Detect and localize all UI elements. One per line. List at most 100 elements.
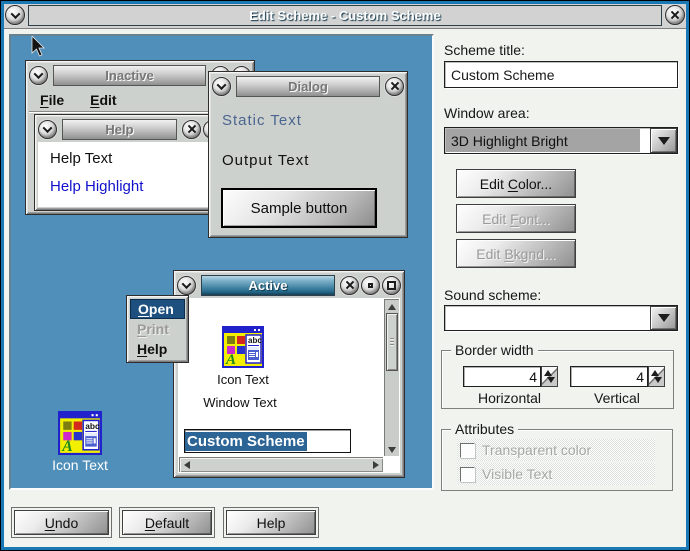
close-icon — [390, 81, 400, 91]
app-icon[interactable]: A abc — [222, 326, 264, 368]
scroll-down-icon[interactable] — [388, 447, 396, 453]
active-menu-button[interactable] — [177, 275, 196, 295]
sample-window-dialog[interactable]: Dialog Static Text Output Text Sample bu… — [208, 71, 408, 238]
vertical-scrollbar[interactable] — [384, 299, 399, 456]
transparent-color-checkbox[interactable] — [460, 442, 475, 458]
sample-popup-menu: Open Print Help — [126, 295, 189, 363]
menu-label-key: H — [137, 341, 148, 357]
window-area-dropdown-button[interactable] — [650, 128, 677, 153]
transparent-color-row: Transparent color — [457, 439, 655, 461]
output-text-sample: Output Text — [222, 152, 310, 169]
menu-label-key: P — [137, 321, 147, 337]
sample-window-active[interactable]: Active A abc Icon Text Window Text Custo… — [173, 270, 405, 478]
horizontal-border-input[interactable]: 4 — [463, 366, 541, 387]
help-button[interactable]: Help — [226, 510, 316, 535]
active-titlebar: Active — [177, 274, 401, 296]
menu-label-key: F — [40, 92, 49, 108]
scroll-right-icon[interactable] — [373, 461, 379, 469]
menu-file[interactable]: File — [40, 92, 64, 108]
thumb-grip-icon — [390, 338, 394, 347]
window-title-bar[interactable]: Edit Scheme - Custom Scheme — [28, 4, 662, 26]
attributes-legend: Attributes — [451, 421, 519, 437]
window-area-combobox[interactable]: 3D Highlight Bright — [444, 127, 678, 154]
default-button-frame: Default — [119, 507, 215, 538]
button-label: Edit Font... — [482, 210, 550, 227]
menu-edit[interactable]: Edit — [90, 92, 116, 108]
scroll-up-icon[interactable] — [388, 304, 396, 310]
active-minimize-button[interactable] — [361, 275, 380, 295]
window-text-sample: Window Text — [203, 395, 277, 410]
chevron-down-icon — [216, 79, 227, 90]
horizontal-label: Horizontal — [478, 390, 542, 406]
close-icon — [670, 10, 680, 20]
edit-scheme-dialog: Edit Scheme - Custom Scheme Inactive Fil… — [0, 0, 690, 551]
menu-label-key: O — [138, 301, 149, 317]
horizontal-spinner[interactable] — [541, 366, 558, 387]
menu-label-text: ile — [48, 92, 65, 108]
chevron-down-icon — [42, 122, 53, 133]
spin-down-icon[interactable] — [547, 377, 555, 383]
undo-button[interactable]: Undo — [14, 510, 109, 535]
button-label: Edit Bkgnd... — [476, 245, 556, 262]
active-maximize-button[interactable] — [382, 275, 401, 295]
spin-up-icon[interactable] — [544, 370, 552, 376]
menu-item-open[interactable]: Open — [130, 299, 185, 319]
scheme-title-input[interactable] — [444, 61, 678, 88]
dialog-menu-button[interactable] — [212, 76, 231, 96]
menu-item-help[interactable]: Help — [130, 339, 185, 359]
edit-bkgnd-button[interactable]: Edit Bkgnd... — [456, 239, 576, 268]
active-close-button[interactable] — [340, 275, 359, 295]
help-menu-button[interactable] — [38, 119, 57, 139]
window-menu-button[interactable] — [5, 5, 25, 25]
window-close-button[interactable] — [665, 5, 685, 25]
spin-down-icon[interactable] — [654, 377, 662, 383]
sound-scheme-combobox[interactable] — [444, 305, 678, 331]
border-width-legend: Border width — [451, 342, 538, 358]
active-title-bar[interactable]: Active — [201, 274, 335, 296]
close-icon — [345, 280, 355, 290]
desktop-icon-label: Icon Text — [52, 457, 108, 473]
desktop-app-icon[interactable]: A abc — [58, 411, 102, 455]
visible-text-checkbox[interactable] — [460, 466, 475, 482]
dropdown-arrow-icon — [657, 136, 670, 145]
inactive-title-bar[interactable]: Inactive — [53, 64, 206, 86]
sound-scheme-label: Sound scheme: — [444, 287, 542, 303]
dialog-titlebar: Dialog — [212, 75, 404, 97]
edit-font-button[interactable]: Edit Font... — [456, 204, 576, 233]
button-label: Undo — [44, 514, 79, 531]
mouse-cursor-icon — [31, 36, 45, 57]
sound-scheme-dropdown-button[interactable] — [650, 306, 677, 330]
vertical-label: Vertical — [594, 390, 640, 406]
edit-color-button[interactable]: Edit Color... — [456, 169, 576, 198]
horizontal-scrollbar[interactable] — [179, 457, 383, 472]
chevron-down-icon — [33, 68, 44, 79]
close-icon — [187, 124, 197, 134]
icon-letter-a: A — [225, 352, 236, 368]
scroll-left-icon[interactable] — [184, 461, 190, 469]
sample-button-label: Sample button — [250, 199, 348, 217]
spin-up-icon[interactable] — [651, 370, 659, 376]
vertical-spinner[interactable] — [648, 366, 665, 387]
sound-scheme-value — [445, 306, 650, 330]
scheme-preview-area: Inactive File Edit Help Help Text Help H… — [9, 34, 434, 490]
vertical-border-input[interactable]: 4 — [570, 366, 648, 387]
help-title: Help — [105, 121, 134, 137]
icon-text-sample: Icon Text — [217, 372, 269, 387]
minimize-icon — [368, 282, 373, 288]
horizontal-border-value: 4 — [529, 368, 537, 385]
default-button[interactable]: Default — [122, 510, 212, 535]
inactive-menubar: File Edit — [32, 89, 117, 111]
vertical-border-value: 4 — [636, 368, 644, 385]
inactive-menu-button[interactable] — [29, 65, 48, 85]
help-title-bar[interactable]: Help — [62, 118, 177, 140]
dialog-title-bar[interactable]: Dialog — [236, 75, 380, 97]
vertical-scroll-thumb[interactable] — [386, 313, 398, 371]
sample-text-input[interactable]: Custom Scheme — [184, 429, 351, 453]
button-label: Help — [256, 514, 286, 531]
titlebar: Edit Scheme - Custom Scheme — [2, 2, 688, 29]
sample-button[interactable]: Sample button — [221, 188, 377, 228]
help-close-button[interactable] — [182, 119, 201, 139]
menu-item-print[interactable]: Print — [130, 319, 185, 339]
window-area-value: 3D Highlight Bright — [446, 129, 640, 152]
dialog-close-button[interactable] — [385, 76, 404, 96]
